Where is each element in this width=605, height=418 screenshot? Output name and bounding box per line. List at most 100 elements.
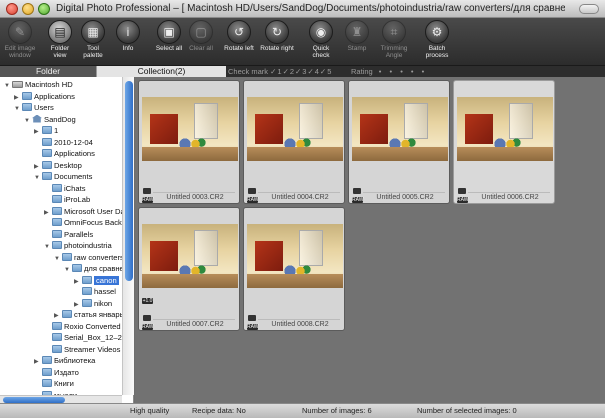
tree-item[interactable]: OmniFocus Backu	[44, 217, 126, 228]
tree-item[interactable]: ▼ Documents	[34, 171, 92, 182]
tree-item[interactable]: Издато	[34, 367, 79, 378]
rating-dots[interactable]: • • • • •	[379, 67, 427, 76]
photo-preview[interactable]	[247, 224, 343, 288]
tree-item[interactable]: hassel	[74, 286, 116, 297]
disclosure-open-icon[interactable]: ▼	[14, 104, 22, 115]
toolbar-toggle-button[interactable]	[579, 4, 599, 14]
tree-item[interactable]: ▼ Users	[14, 102, 54, 113]
toolbar-button-clear-all[interactable]: ▢ Clear all	[181, 20, 221, 52]
close-window-button[interactable]	[6, 3, 18, 15]
toolbar-button-quick-check[interactable]: ◉ Quick check	[301, 20, 341, 59]
tree-item[interactable]: ▶ Desktop	[34, 160, 82, 171]
photo-preview[interactable]	[247, 97, 343, 161]
toolbar-button-label: Quick check	[312, 45, 330, 59]
image-thumbnail[interactable]: RAW Untitled 0005.CR2	[348, 80, 450, 204]
disclosure-open-icon[interactable]: ▼	[34, 173, 42, 184]
tree-item[interactable]: ▶ nikon	[74, 298, 112, 309]
minimize-window-button[interactable]	[22, 3, 34, 15]
toolbar-button-rotate-right[interactable]: ↻ Rotate right	[257, 20, 297, 52]
toolbar-button-batch-process[interactable]: ⚙ Batch process	[417, 20, 457, 59]
tree-item-label: nikon	[94, 298, 113, 308]
zoom-window-button[interactable]	[38, 3, 50, 15]
tree-item[interactable]: ▶ Библиотека	[34, 355, 95, 366]
tree-item[interactable]: Книги	[34, 378, 74, 389]
trimming-angle-icon: ⌗	[382, 20, 406, 44]
tree-item[interactable]: ▶ Applications	[14, 91, 75, 102]
tree-item[interactable]: ▶ canon	[74, 275, 119, 286]
photo-preview[interactable]	[142, 97, 238, 161]
photo-object	[404, 103, 428, 139]
toolbar-button-trimming-angle[interactable]: ⌗ Trimming Angle	[374, 20, 414, 59]
photo-object	[247, 147, 343, 161]
check-mark-options[interactable]: ✓1✓2✓3✓4✓5	[270, 67, 332, 76]
photo-object	[247, 274, 343, 288]
toolbar-button-stamp[interactable]: ♜ Stamp	[337, 20, 377, 52]
toolbar-button-edit-image[interactable]: ✎ Edit image window	[0, 20, 40, 59]
image-thumbnail[interactable]: RAW Untitled 0006.CR2	[453, 80, 555, 204]
folder-icon	[52, 183, 62, 192]
tree-item[interactable]: Serial_Box_12–20	[44, 332, 126, 343]
tab-folder[interactable]: Folder	[0, 66, 96, 77]
tree-item[interactable]: Streamer Videos	[44, 344, 120, 355]
folder-icon	[62, 310, 72, 318]
toolbar-button-rotate-left[interactable]: ↺ Rotate left	[219, 20, 259, 52]
tree-item[interactable]: ▼ Macintosh HD	[4, 79, 73, 90]
thumbnail-filename: Untitled 0008.CR2	[271, 321, 329, 328]
tool-palette-icon: ▦	[81, 20, 105, 44]
tree-horizontal-scrollbar[interactable]	[0, 395, 122, 403]
tree-item[interactable]: ▼ raw converters	[54, 252, 124, 263]
status-number-selected: Number of selected images: 0	[417, 406, 517, 415]
thumbnail-filename: Untitled 0006.CR2	[481, 194, 539, 201]
camera-icon	[143, 188, 151, 194]
disclosure-open-icon[interactable]: ▼	[44, 242, 52, 253]
photo-preview[interactable]	[142, 224, 238, 288]
raw-badge: RAW	[352, 197, 364, 203]
photo-object	[142, 147, 238, 161]
photo-object	[457, 147, 553, 161]
toolbar-button-label: Info	[122, 45, 134, 52]
tree-item[interactable]: ▶ Microsoft User Da	[44, 206, 125, 217]
folder-icon	[42, 126, 52, 134]
check-mark-filter[interactable]: Check mark ✓1✓2✓3✓4✓5	[228, 66, 332, 77]
tree-item[interactable]: Applications	[34, 148, 95, 159]
tree-item-label: Macintosh HD	[25, 80, 73, 89]
disclosure-open-icon[interactable]: ▼	[54, 254, 62, 265]
tree-item[interactable]: ▼ SandDog	[24, 114, 76, 125]
tree-item-label: статья январь	[74, 310, 124, 319]
hard-drive-icon	[12, 81, 23, 88]
disclosure-open-icon[interactable]: ▼	[4, 81, 12, 92]
folder-icon	[82, 298, 92, 307]
tree-item-label: OmniFocus Backu	[64, 218, 127, 227]
photo-preview[interactable]	[457, 97, 553, 161]
raw-badge: RAW	[142, 324, 154, 330]
image-thumbnail[interactable]: RAW Untitled 0007.CR2 +1.0	[138, 207, 240, 331]
tree-item[interactable]: iChats	[44, 183, 86, 194]
disclosure-open-icon[interactable]: ▼	[24, 116, 32, 127]
tree-item[interactable]: 2010-12-04	[34, 137, 93, 148]
image-thumbnail[interactable]: RAW Untitled 0004.CR2	[243, 80, 345, 204]
tree-vertical-scrollbar[interactable]	[122, 77, 134, 395]
tab-collection[interactable]: Collection(2)	[96, 66, 226, 77]
toolbar-button-info[interactable]: i Info	[108, 20, 148, 52]
folder-icon	[22, 91, 32, 100]
image-thumbnail[interactable]: RAW Untitled 0003.CR2	[138, 80, 240, 204]
tree-item[interactable]: Roxio Converted	[44, 321, 121, 332]
rating-label: Rating	[351, 67, 373, 76]
tree-item[interactable]: ▼ photoindustria	[44, 240, 112, 251]
photo-object	[465, 114, 493, 144]
camera-icon	[143, 315, 151, 321]
tree-item[interactable]: Parallels	[44, 229, 93, 240]
rating-filter[interactable]: Rating • • • • •	[351, 66, 427, 77]
photo-preview[interactable]	[352, 97, 448, 161]
tree-item[interactable]: ▶ статья январь	[54, 309, 124, 320]
tree-item-label: Roxio Converted	[64, 321, 121, 331]
tree-item[interactable]: ▶ 1	[34, 125, 58, 136]
tree-item[interactable]: iProLab	[44, 194, 90, 205]
toolbar-button-tool-palette[interactable]: ▦ Tool palette	[73, 20, 113, 59]
image-thumbnail[interactable]: RAW Untitled 0008.CR2	[243, 207, 345, 331]
folder-icon	[52, 206, 62, 215]
disclosure-open-icon[interactable]: ▼	[64, 265, 72, 276]
camera-icon	[353, 188, 361, 194]
tree-vertical-scroll-thumb[interactable]	[125, 81, 133, 281]
check-mark-label: Check mark	[228, 67, 269, 76]
